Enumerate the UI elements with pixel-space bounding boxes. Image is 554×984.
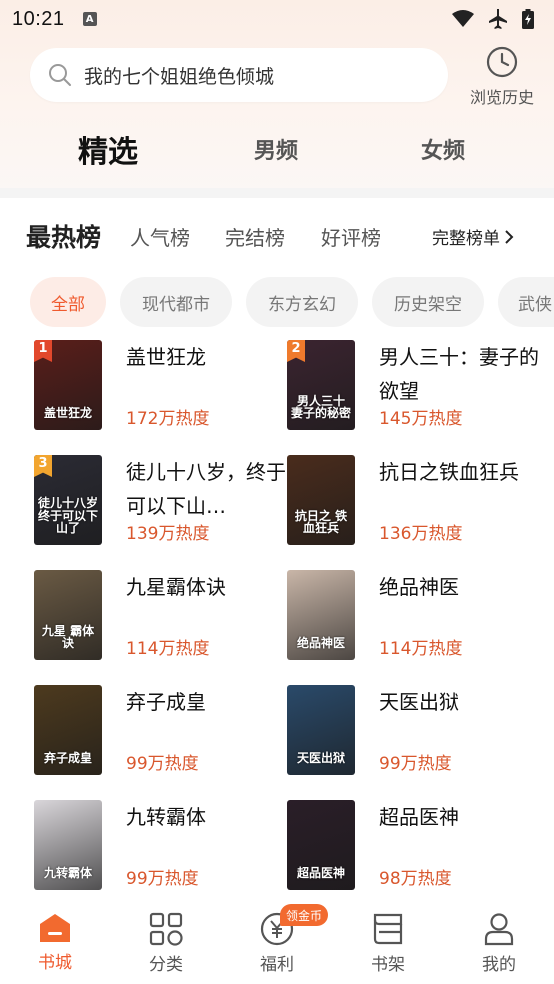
book-heat: 136万热度 [379, 524, 463, 544]
search-icon [49, 64, 71, 86]
tab-popular[interactable]: 人气榜 [130, 222, 190, 251]
cover-title: 盖世狂龙 [43, 406, 92, 421]
nav-bookstore[interactable]: 书城 [10, 912, 100, 984]
book-item[interactable]: 男人三十 妻子的秘密 2 男人三十：妻子的欲望 145万热度 [287, 340, 539, 432]
search-query: 我的七个姐姐绝色倾城 [84, 65, 275, 88]
book-heat: 99万热度 [379, 754, 452, 774]
nav-welfare-label: 福利 [260, 955, 294, 975]
cover-title: 超品医神 [296, 866, 345, 881]
book-title[interactable]: 天医出狱 [379, 685, 539, 719]
chevron-right-icon [505, 229, 514, 244]
bottom-navigation: 书城 分类 福利 书架 我的 [0, 904, 554, 984]
book-title[interactable]: 绝品神医 [379, 570, 539, 604]
nav-bookshelf-label: 书架 [371, 955, 405, 975]
history-button[interactable]: 浏览历史 [462, 46, 542, 108]
book-cover[interactable]: 男人三十 妻子的秘密 2 [287, 340, 355, 430]
section-divider [0, 188, 554, 198]
chip-wuxia[interactable]: 武侠 [498, 277, 554, 327]
book-title[interactable]: 超品医神 [379, 800, 539, 834]
tab-male[interactable]: 男频 [254, 118, 298, 180]
nav-profile[interactable]: 我的 [454, 912, 544, 984]
cover-title: 绝品神医 [296, 636, 345, 651]
book-heat: 114万热度 [126, 639, 210, 659]
book-item[interactable]: 弃子成皇 弃子成皇 99万热度 [34, 685, 284, 777]
nav-bookshelf[interactable]: 书架 [343, 912, 433, 984]
airplane-icon [489, 9, 507, 29]
tab-completed[interactable]: 完结榜 [225, 222, 285, 251]
rank-badge: 3 [34, 455, 52, 477]
book-item[interactable]: 九转霸体 九转霸体 99万热度 [34, 800, 284, 892]
book-cover[interactable]: 天医出狱 [287, 685, 355, 775]
book-cover[interactable]: 徒儿十八岁 终于可以下山了 3 [34, 455, 102, 545]
coin-badge[interactable]: 领金币 [280, 904, 329, 926]
nav-category-label: 分类 [149, 955, 183, 975]
book-heat: 139万热度 [126, 524, 210, 544]
rank-badge: 2 [287, 340, 305, 362]
search-input[interactable]: 我的七个姐姐绝色倾城 [30, 48, 448, 102]
full-list-link[interactable]: 完整榜单 [432, 224, 514, 249]
cover-title: 九星 霸体诀 [41, 623, 95, 651]
tab-featured[interactable]: 精选 [78, 118, 138, 180]
book-item[interactable]: 抗日之 铁血狂兵 抗日之铁血狂兵 136万热度 [287, 455, 537, 547]
bookshelf-icon [373, 913, 403, 945]
book-cover[interactable]: 抗日之 铁血狂兵 [287, 455, 355, 545]
cover-title: 弃子成皇 [43, 751, 92, 766]
book-cover[interactable]: 九转霸体 [34, 800, 102, 890]
book-title[interactable]: 九星霸体诀 [126, 570, 286, 604]
chip-urban[interactable]: 现代都市 [120, 277, 232, 327]
tab-top-rated[interactable]: 好评榜 [321, 222, 381, 251]
book-cover[interactable]: 弃子成皇 [34, 685, 102, 775]
chip-fantasy[interactable]: 东方玄幻 [246, 277, 358, 327]
book-title[interactable]: 男人三十：妻子的欲望 [379, 340, 539, 408]
book-title[interactable]: 弃子成皇 [126, 685, 286, 719]
book-item[interactable]: 绝品神医 绝品神医 114万热度 [287, 570, 537, 662]
rank-badge: 1 [34, 340, 52, 362]
book-title[interactable]: 抗日之铁血狂兵 [379, 455, 539, 489]
chip-history[interactable]: 历史架空 [372, 277, 484, 327]
battery-icon [522, 9, 534, 29]
nav-category[interactable]: 分类 [121, 912, 211, 984]
nav-profile-label: 我的 [482, 955, 516, 975]
full-list-label: 完整榜单 [432, 229, 500, 249]
tab-female[interactable]: 女频 [421, 118, 465, 180]
book-item[interactable]: 超品医神 超品医神 98万热度 [287, 800, 537, 892]
channel-tabs: 精选 男频 女频 [0, 118, 554, 180]
book-heat: 172万热度 [126, 409, 210, 429]
clock-icon [486, 46, 518, 78]
ranking-header: 最热榜 人气榜 完结榜 好评榜 完整榜单 [0, 210, 554, 262]
cover-title: 九转霸体 [43, 866, 92, 881]
book-item[interactable]: 盖世狂龙 1 盖世狂龙 172万热度 [34, 340, 284, 432]
bookstore-icon [40, 914, 70, 942]
ranking-title: 最热榜 [26, 223, 102, 252]
genre-chips: 全部 现代都市 东方玄幻 历史架空 武侠 [0, 277, 554, 327]
book-heat: 99万热度 [126, 869, 199, 889]
book-title[interactable]: 盖世狂龙 [126, 340, 286, 374]
history-label: 浏览历史 [469, 88, 534, 107]
book-item[interactable]: 九星 霸体诀 九星霸体诀 114万热度 [34, 570, 284, 662]
cover-title: 徒儿十八岁 终于可以下山了 [37, 496, 98, 536]
status-time: 10:21 [12, 7, 65, 30]
book-cover[interactable]: 超品医神 [287, 800, 355, 890]
cover-title: 抗日之 铁血狂兵 [294, 508, 348, 536]
book-cover[interactable]: 九星 霸体诀 [34, 570, 102, 660]
book-heat: 98万热度 [379, 869, 452, 889]
book-heat: 114万热度 [379, 639, 463, 659]
book-title[interactable]: 九转霸体 [126, 800, 286, 834]
book-item[interactable]: 徒儿十八岁 终于可以下山了 3 徒儿十八岁，终于可以下山… 139万热度 [34, 455, 286, 547]
book-cover[interactable]: 绝品神医 [287, 570, 355, 660]
wifi-icon [452, 10, 474, 27]
book-item[interactable]: 天医出狱 天医出狱 99万热度 [287, 685, 537, 777]
book-title[interactable]: 徒儿十八岁，终于可以下山… [126, 455, 286, 523]
nav-bookstore-label: 书城 [38, 953, 72, 973]
cover-title: 天医出狱 [296, 751, 345, 766]
book-heat: 145万热度 [379, 409, 463, 429]
book-cover[interactable]: 盖世狂龙 1 [34, 340, 102, 430]
notification-icon: A [82, 12, 97, 26]
cover-title: 男人三十 妻子的秘密 [290, 393, 351, 421]
chip-all[interactable]: 全部 [30, 277, 106, 327]
category-icon [149, 912, 183, 946]
status-bar: 10:21 A [0, 0, 554, 38]
profile-icon [484, 913, 514, 946]
book-heat: 99万热度 [126, 754, 199, 774]
